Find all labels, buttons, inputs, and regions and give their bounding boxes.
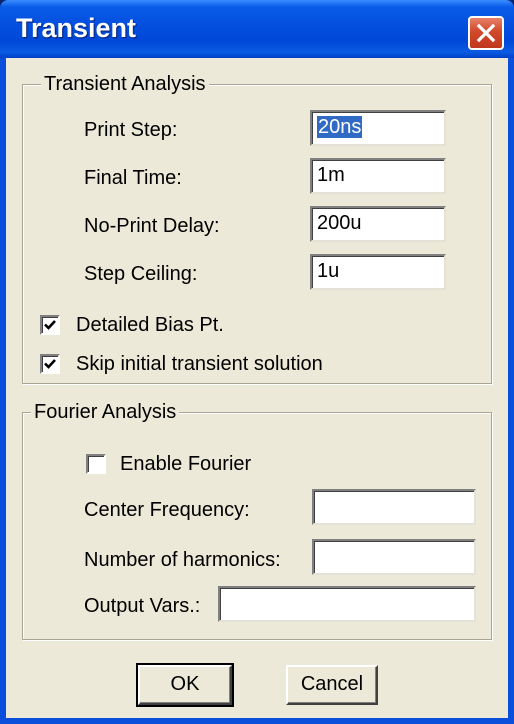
close-button[interactable] bbox=[468, 16, 504, 50]
harmonics-input[interactable] bbox=[312, 539, 476, 575]
print-step-input[interactable]: 20ns bbox=[310, 110, 446, 146]
center-frequency-label: Center Frequency: bbox=[84, 499, 250, 521]
skip-initial-label[interactable]: Skip initial transient solution bbox=[76, 352, 323, 376]
title-bar[interactable]: Transient bbox=[0, 0, 514, 58]
fourier-analysis-title: Fourier Analysis bbox=[31, 400, 180, 424]
no-print-delay-input[interactable]: 200u bbox=[310, 206, 446, 242]
output-vars-input[interactable] bbox=[218, 586, 476, 622]
transient-dialog: Transient Transient Analysis Print Step:… bbox=[0, 0, 514, 724]
step-ceiling-input[interactable]: 1u bbox=[310, 254, 446, 290]
check-icon bbox=[44, 359, 56, 369]
print-step-value: 20ns bbox=[317, 116, 363, 138]
harmonics-label: Number of harmonics: bbox=[84, 549, 281, 571]
print-step-label: Print Step: bbox=[84, 119, 178, 141]
dialog-client-area: Transient Analysis Print Step: 20ns Fina… bbox=[6, 58, 508, 718]
output-vars-label: Output Vars.: bbox=[84, 595, 201, 617]
window-frame-right bbox=[508, 58, 514, 724]
check-icon bbox=[44, 320, 56, 330]
ok-button[interactable]: OK bbox=[136, 663, 234, 707]
center-frequency-input[interactable] bbox=[312, 489, 476, 525]
window-frame-bottom bbox=[0, 718, 514, 724]
cancel-button[interactable]: Cancel bbox=[286, 665, 378, 705]
final-time-label: Final Time: bbox=[84, 167, 182, 189]
skip-initial-checkbox[interactable] bbox=[40, 354, 60, 374]
detailed-bias-checkbox[interactable] bbox=[40, 315, 60, 335]
window-title: Transient bbox=[16, 13, 137, 43]
enable-fourier-label[interactable]: Enable Fourier bbox=[120, 452, 251, 476]
enable-fourier-checkbox[interactable] bbox=[86, 454, 106, 474]
transient-analysis-title: Transient Analysis bbox=[41, 72, 209, 96]
no-print-delay-label: No-Print Delay: bbox=[84, 215, 220, 237]
step-ceiling-label: Step Ceiling: bbox=[84, 263, 198, 285]
final-time-input[interactable]: 1m bbox=[310, 158, 446, 194]
close-icon bbox=[476, 23, 496, 43]
detailed-bias-label[interactable]: Detailed Bias Pt. bbox=[76, 313, 224, 337]
